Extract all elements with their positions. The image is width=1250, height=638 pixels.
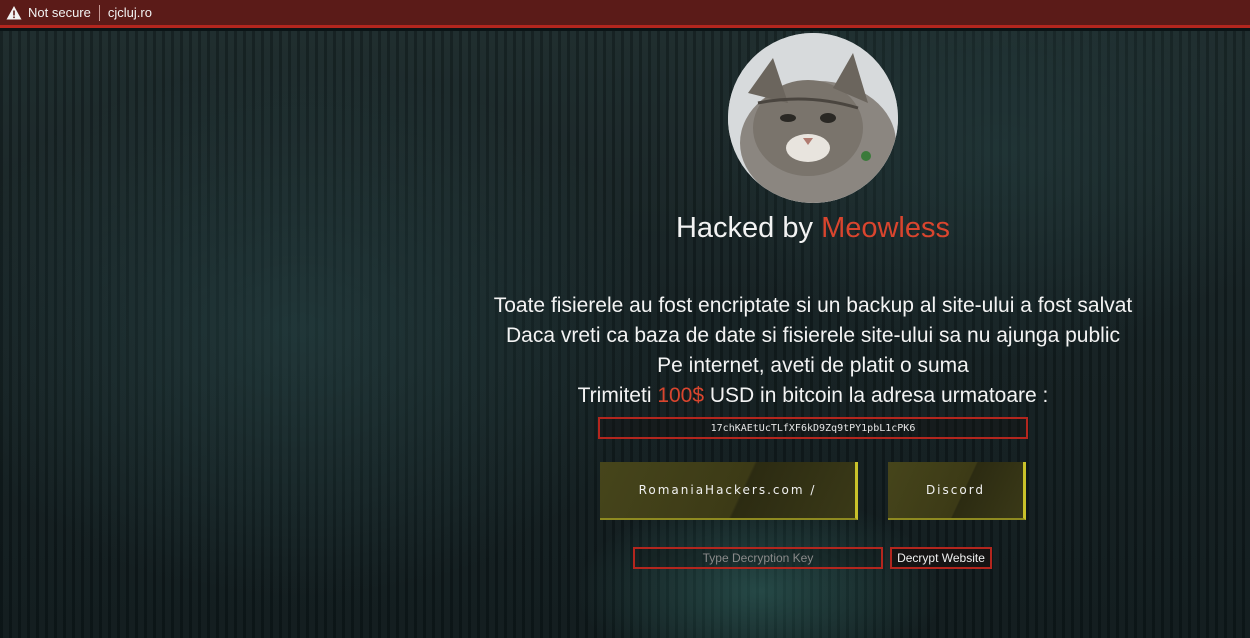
address-divider: [98, 4, 100, 21]
defacement-page: Hacked by Meowless Toate fisierele au fo…: [0, 31, 1250, 638]
hacker-name: Meowless: [821, 212, 950, 244]
ransom-amount: 100$: [657, 384, 705, 407]
url-text[interactable]: cjcluj.ro: [108, 5, 152, 20]
decryption-key-input[interactable]: [633, 547, 883, 569]
decrypt-website-button[interactable]: Decrypt Website: [890, 547, 992, 569]
bitcoin-address-box[interactable]: 17chKAEtUcTLfXF6kD9Zq9tPY1pbL1cPK6: [598, 417, 1028, 439]
message-line-1: Toate fisierele au fost encriptate si un…: [493, 294, 1133, 317]
security-status-label[interactable]: Not secure: [28, 5, 91, 20]
message-line-4-suffix: USD in bitcoin la adresa urmatoare :: [704, 384, 1049, 407]
ransom-message: Toate fisierele au fost encriptate si un…: [0, 291, 1250, 411]
message-line-4-prefix: Trimiteti: [577, 384, 658, 407]
message-line-3: Pe internet, aveti de platit o suma: [657, 354, 969, 377]
page-title: Hacked by Meowless: [0, 212, 1250, 245]
cat-avatar-image: [728, 33, 898, 203]
title-prefix: Hacked by: [675, 212, 822, 244]
warning-icon[interactable]: [6, 5, 22, 21]
browser-address-bar[interactable]: Not secure cjcluj.ro: [0, 0, 1250, 28]
romaniahackers-button[interactable]: RomaniaHackers.com /: [600, 462, 858, 520]
message-line-4: Trimiteti 100$ USD in bitcoin la adresa …: [376, 381, 1250, 411]
discord-button[interactable]: Discord: [888, 462, 1026, 520]
message-line-2: Daca vreti ca baza de date si fisierele …: [505, 324, 1120, 347]
